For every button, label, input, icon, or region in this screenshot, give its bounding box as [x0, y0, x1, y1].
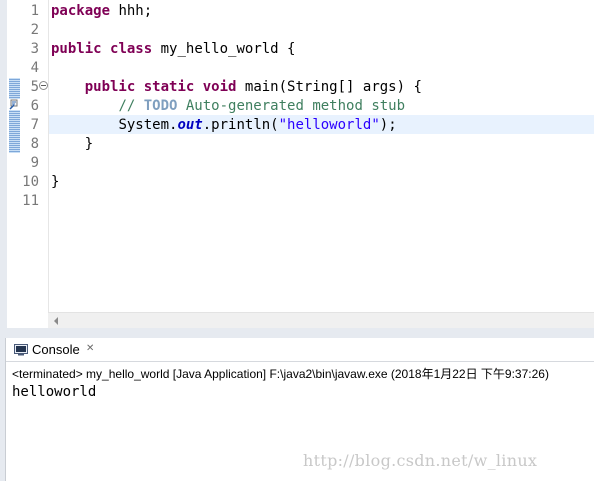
- code-line-1[interactable]: package hhh;: [51, 2, 152, 21]
- scroll-left-arrow-icon[interactable]: [54, 317, 58, 325]
- code-line-3[interactable]: public class my_hello_world {: [51, 40, 295, 59]
- code-line-6[interactable]: // TODO Auto-generated method stub: [51, 97, 405, 116]
- line-number: 8: [30, 136, 39, 152]
- code-line-8[interactable]: }: [51, 135, 93, 154]
- close-icon[interactable]: ✕: [86, 344, 96, 354]
- line-number: 10: [22, 174, 39, 190]
- console-tab-label: Console: [32, 342, 80, 357]
- code-editor[interactable]: 1 2 3 4 5 6 7 8 9 10 11 package hhh; pub…: [0, 0, 594, 330]
- code-text: .println(: [202, 117, 279, 133]
- console-process-status: <terminated> my_hello_world [Java Applic…: [12, 367, 549, 381]
- line-number: 6: [30, 98, 39, 114]
- line-number: 4: [30, 60, 39, 76]
- line-number: 5: [30, 79, 39, 95]
- console-output[interactable]: helloworld: [12, 384, 96, 400]
- view-sash[interactable]: [0, 328, 594, 338]
- line-number: 7: [30, 117, 39, 133]
- static-field: out: [177, 117, 203, 133]
- code-text: my_hello_world {: [152, 41, 296, 57]
- code-text: main(String[] args) {: [236, 79, 422, 95]
- string-literal: "helloworld": [278, 117, 380, 133]
- horizontal-scrollbar[interactable]: [48, 312, 594, 328]
- code-line-7[interactable]: System.out.println("helloworld");: [51, 116, 397, 135]
- change-marker[interactable]: [9, 78, 20, 153]
- keyword: public: [84, 79, 136, 95]
- tab-console[interactable]: Console ✕: [6, 338, 104, 362]
- keyword: public: [51, 41, 102, 57]
- code-text: );: [379, 117, 397, 133]
- code-line-10[interactable]: }: [51, 173, 59, 192]
- fold-collapse-icon[interactable]: [39, 81, 48, 90]
- keyword: class: [110, 41, 153, 57]
- line-number: 1: [30, 3, 39, 19]
- comment: //: [118, 98, 144, 114]
- console-icon: [14, 343, 28, 356]
- line-number: 2: [30, 22, 39, 38]
- keyword: static: [143, 79, 195, 95]
- console-tab-bar: Console ✕: [6, 338, 594, 362]
- line-number: 9: [30, 155, 39, 171]
- line-number: 3: [30, 41, 39, 57]
- warning-marker[interactable]: [9, 97, 20, 110]
- code-text: System.: [118, 117, 178, 133]
- line-number: 11: [22, 193, 39, 209]
- eclipse-window: 1 2 3 4 5 6 7 8 9 10 11 package hhh; pub…: [0, 0, 594, 481]
- keyword: package: [51, 3, 111, 19]
- todo-tag: TODO: [143, 98, 178, 114]
- gutter-divider: [48, 0, 49, 312]
- code-line-5[interactable]: public static void main(String[] args) {: [51, 78, 422, 97]
- keyword: void: [202, 79, 237, 95]
- comment: Auto-generated method stub: [177, 98, 406, 114]
- code-text: hhh;: [110, 3, 153, 19]
- watermark: http://blog.csdn.net/w_linux: [303, 451, 538, 470]
